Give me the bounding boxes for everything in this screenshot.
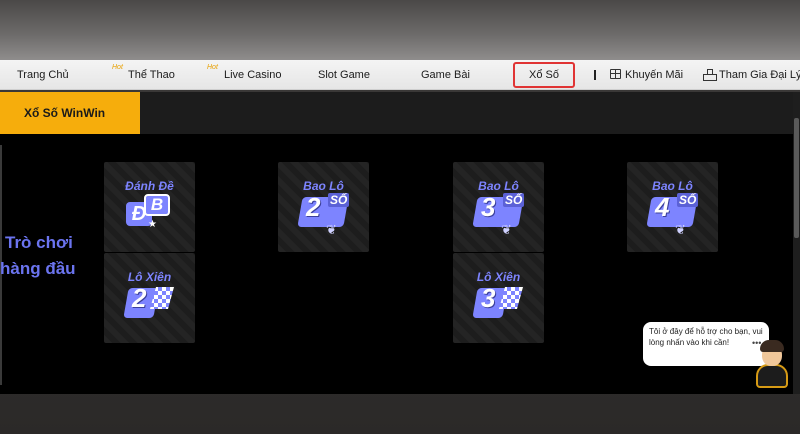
nav-label: Game Bài <box>421 69 470 81</box>
card-title: Bao Lô <box>478 179 519 193</box>
tab-xo-so-winwin[interactable]: Xổ Số WinWin <box>0 92 140 134</box>
support-avatar[interactable]: ••• <box>752 338 792 390</box>
nav-label: Tham Gia Đại Lý <box>719 69 800 81</box>
tab-bar: Xổ Số WinWin <box>0 92 793 134</box>
card-title: Lô Xiên <box>127 270 172 284</box>
nav-item-khuyen-mai[interactable]: Khuyến Mãi <box>610 60 683 90</box>
hot-badge: Hot <box>112 64 123 71</box>
badge-unit: SỐ <box>677 193 699 207</box>
nav-divider <box>594 70 596 80</box>
nav-label: Thể Thao <box>128 69 175 81</box>
nav-item-xo-so[interactable]: Xổ Số <box>513 62 575 88</box>
hot-badge: Hot <box>207 64 218 71</box>
gift-icon <box>610 69 621 79</box>
laurel-icon: ❦ <box>675 222 686 237</box>
nav-label: Khuyến Mãi <box>625 69 684 81</box>
nav-label: Trang Chủ <box>17 69 69 81</box>
game-card-lo-xien-3[interactable]: Lô Xiên 3 <box>453 253 544 343</box>
game-card-bao-lo-2[interactable]: Bao Lô 2 SỐ ❦ <box>278 162 369 252</box>
scrollbar-thumb[interactable] <box>794 118 799 238</box>
badge-unit: SỐ <box>503 193 525 207</box>
nav-label: Slot Game <box>318 69 370 81</box>
badge-unit: SỐ <box>328 193 350 207</box>
game-card-lo-xien-2[interactable]: Lô Xiên 2 <box>104 253 195 343</box>
nav-item-trang-chu[interactable]: Trang Chủ <box>17 60 69 90</box>
badge-number: 2 <box>306 192 321 222</box>
card-title: Đánh Đề <box>125 179 174 193</box>
nav-item-live-casino[interactable]: Live Casino <box>224 60 281 90</box>
badge-number: 3 <box>481 283 496 313</box>
db-icon-b: B <box>144 194 170 216</box>
nav-label: Xổ Số <box>529 69 559 81</box>
nav-item-game-bai[interactable]: Game Bài <box>421 60 470 90</box>
nav-item-the-thao[interactable]: Thể Thao <box>128 60 175 90</box>
section-headline: Trò chơi hàng đầu <box>0 230 80 282</box>
card-title: Bao Lô <box>652 179 693 193</box>
game-card-danh-de[interactable]: Đánh Đề Đ B ★ <box>104 162 195 252</box>
badge-number: 3 <box>481 192 496 222</box>
card-title: Bao Lô <box>303 179 344 193</box>
support-chat-bubble[interactable]: Tôi ở đây để hỗ trợ cho bạn, vui lòng nh… <box>643 322 774 366</box>
badge-number: 2 <box>132 283 147 313</box>
headline-line-1: Trò chơi <box>5 233 73 252</box>
avatar-hair <box>760 340 784 352</box>
top-banner <box>0 0 800 60</box>
laurel-icon: ❦ <box>501 222 512 237</box>
nav-item-tham-gia-dai-ly[interactable]: Tham Gia Đại Lý <box>703 60 800 90</box>
game-card-bao-lo-3[interactable]: Bao Lô 3 SỐ ❦ <box>453 162 544 252</box>
card-title: Lô Xiên <box>476 270 521 284</box>
avatar-body <box>756 364 788 388</box>
main-nav: Trang Chủ Hot Thể Thao Hot Live Casino S… <box>0 60 800 90</box>
nav-item-slot-game[interactable]: Slot Game <box>318 60 370 90</box>
star-icon: ★ <box>148 219 157 230</box>
laurel-icon: ❦ <box>326 222 337 237</box>
nav-label: Live Casino <box>224 69 282 81</box>
badge-number: 4 <box>655 192 670 222</box>
headline-line-2: hàng đầu <box>0 259 76 278</box>
game-card-bao-lo-4[interactable]: Bao Lô 4 SỐ ❦ <box>627 162 718 252</box>
agent-icon <box>703 69 717 81</box>
